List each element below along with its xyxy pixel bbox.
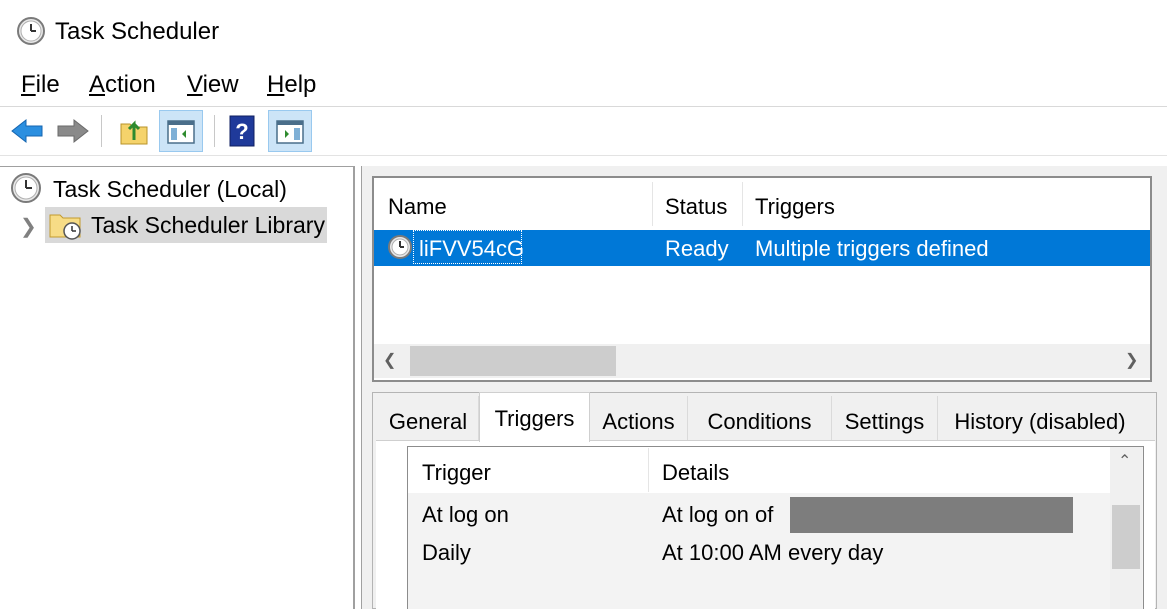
task-clock-icon bbox=[388, 235, 412, 259]
column-divider[interactable] bbox=[648, 448, 649, 492]
show-hide-console-tree-icon bbox=[167, 120, 195, 144]
column-header-details[interactable]: Details bbox=[662, 460, 729, 486]
task-name[interactable]: liFVV54cG bbox=[419, 236, 524, 262]
toolbar: ? bbox=[0, 107, 1167, 155]
tree-item-library-label[interactable]: Task Scheduler Library bbox=[91, 212, 325, 239]
menu-help-accel: H bbox=[267, 71, 285, 98]
task-triggers: Multiple triggers defined bbox=[755, 236, 989, 261]
redaction-box bbox=[790, 497, 1073, 533]
menu-view-label: iew bbox=[202, 71, 239, 98]
scrollbar-thumb[interactable] bbox=[410, 346, 616, 376]
tree-item-root[interactable]: Task Scheduler (Local) bbox=[53, 176, 287, 203]
tab-settings[interactable]: Settings bbox=[832, 396, 938, 440]
toolbar-separator bbox=[101, 115, 102, 147]
tab-general[interactable]: General bbox=[378, 396, 479, 440]
trigger-cell[interactable]: Daily bbox=[422, 540, 471, 566]
tab-history[interactable]: History (disabled) bbox=[938, 396, 1142, 440]
tab-triggers[interactable]: Triggers bbox=[479, 392, 590, 442]
menu-file-accel: F bbox=[21, 71, 36, 98]
menu-help-label: elp bbox=[284, 71, 317, 98]
tab-conditions[interactable]: Conditions bbox=[688, 396, 832, 440]
menu-bar: File Action View Help bbox=[0, 62, 1167, 106]
help-icon: ? bbox=[229, 115, 255, 147]
column-header-name[interactable]: Name bbox=[388, 194, 447, 220]
trigger-cell[interactable]: At log on bbox=[422, 502, 509, 528]
menu-action-label: ction bbox=[105, 71, 156, 98]
column-divider[interactable] bbox=[742, 182, 743, 226]
toolbar-separator bbox=[214, 115, 215, 147]
clock-icon bbox=[11, 173, 41, 203]
menu-file-label: ile bbox=[35, 71, 60, 98]
menu-action-accel: A bbox=[89, 71, 106, 98]
details-cell: At log on of bbox=[662, 502, 774, 527]
chevron-up-icon[interactable]: ⌃ bbox=[1118, 451, 1131, 471]
forward-button[interactable] bbox=[50, 110, 94, 152]
show-hide-action-pane-button[interactable] bbox=[268, 110, 312, 152]
chevron-right-icon[interactable]: ❯ bbox=[20, 214, 37, 239]
up-folder-icon bbox=[120, 120, 148, 145]
scrollbar-thumb[interactable] bbox=[1112, 505, 1140, 569]
chevron-left-icon[interactable]: ❮ bbox=[383, 350, 396, 370]
toolbar-divider bbox=[0, 155, 1167, 156]
task-status: Ready bbox=[665, 236, 729, 261]
svg-text:?: ? bbox=[235, 119, 248, 144]
show-hide-action-pane-icon bbox=[276, 120, 304, 144]
back-button[interactable] bbox=[6, 110, 50, 152]
triggers-table-header bbox=[408, 447, 1110, 493]
window-title: Task Scheduler bbox=[55, 18, 220, 45]
up-level-button[interactable] bbox=[112, 110, 156, 152]
column-header-triggers[interactable]: Triggers bbox=[755, 194, 835, 220]
menu-file[interactable]: File bbox=[21, 71, 60, 99]
forward-arrow-icon bbox=[57, 118, 89, 144]
chevron-right-icon[interactable]: ❯ bbox=[1125, 350, 1138, 370]
help-button[interactable]: ? bbox=[220, 110, 264, 152]
column-header-trigger[interactable]: Trigger bbox=[422, 460, 491, 486]
column-divider[interactable] bbox=[652, 182, 653, 226]
tab-actions[interactable]: Actions bbox=[590, 396, 688, 440]
back-arrow-icon bbox=[11, 118, 43, 144]
menu-help[interactable]: Help bbox=[267, 71, 316, 99]
column-header-status[interactable]: Status bbox=[665, 194, 727, 220]
menu-view-accel: V bbox=[187, 71, 203, 98]
menu-view[interactable]: View bbox=[187, 71, 239, 99]
details-cell: At 10:00 AM every day bbox=[662, 540, 884, 565]
clock-icon bbox=[17, 17, 45, 45]
menu-action[interactable]: Action bbox=[89, 71, 156, 99]
show-hide-console-tree-button[interactable] bbox=[159, 110, 203, 152]
folder-clock-icon bbox=[49, 214, 81, 240]
